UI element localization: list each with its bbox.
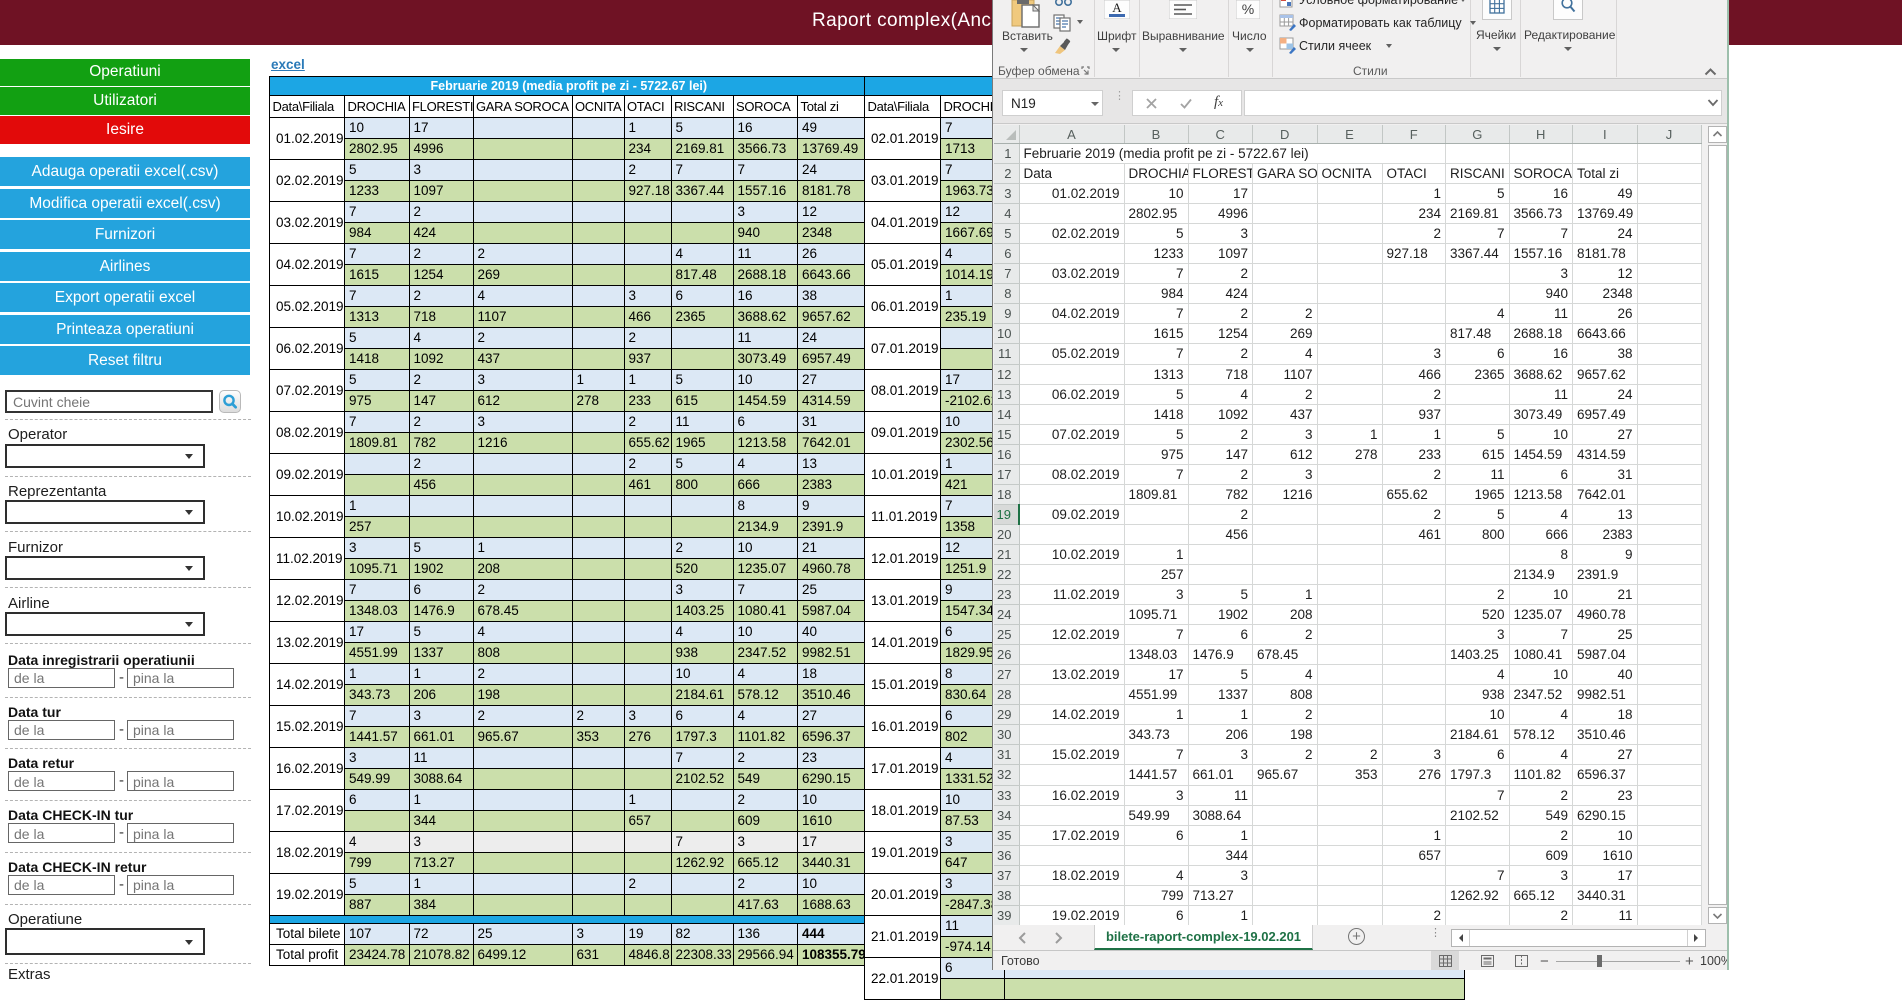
- svg-text:%: %: [1242, 1, 1254, 17]
- svg-text:A: A: [1112, 0, 1122, 15]
